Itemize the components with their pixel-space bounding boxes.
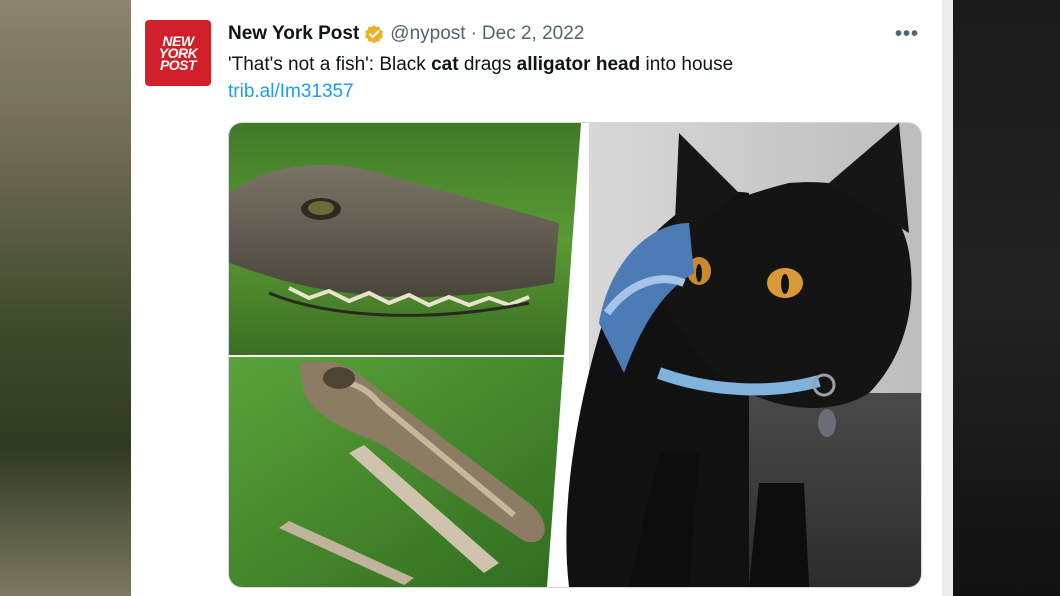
verified-badge-icon <box>364 24 384 44</box>
background-blur-right <box>953 0 1060 596</box>
tweet-date[interactable]: Dec 2, 2022 <box>482 23 584 45</box>
author-handle[interactable]: @nypost <box>390 23 465 45</box>
tweet-header: New York Post @nypost · Dec 2, 2022 <box>228 22 584 46</box>
avatar-line-3: POST <box>159 57 197 73</box>
tweet-media[interactable] <box>228 122 922 588</box>
more-horizontal-icon[interactable]: ••• <box>894 22 920 46</box>
tweet-text-part: into house <box>640 54 734 75</box>
tweet-text-part: drags <box>458 54 517 75</box>
header-separator: · <box>470 23 477 44</box>
tweet-link[interactable]: trib.al/Im31357 <box>228 80 354 104</box>
photo-black-cat <box>547 123 921 587</box>
photo-alligator-head <box>229 123 589 355</box>
tweet-text: 'That's not a fish': Black cat drags all… <box>228 53 888 77</box>
tweet-card[interactable]: NEW YORK POST New York Post @nypost · De… <box>131 0 942 596</box>
media-collage <box>229 123 921 587</box>
avatar[interactable]: NEW YORK POST <box>145 20 211 86</box>
author-name[interactable]: New York Post <box>228 23 359 45</box>
collage-divider-horizontal <box>229 355 589 357</box>
photo-alligator-skull <box>229 357 589 587</box>
tweet-text-bold-cat: cat <box>431 54 459 75</box>
tweet-text-part: 'That's not a fish': Black <box>228 54 432 75</box>
background-strip <box>942 0 953 596</box>
tweet-text-bold-alligator: alligator head <box>516 54 641 75</box>
background-blur-left <box>0 0 131 596</box>
